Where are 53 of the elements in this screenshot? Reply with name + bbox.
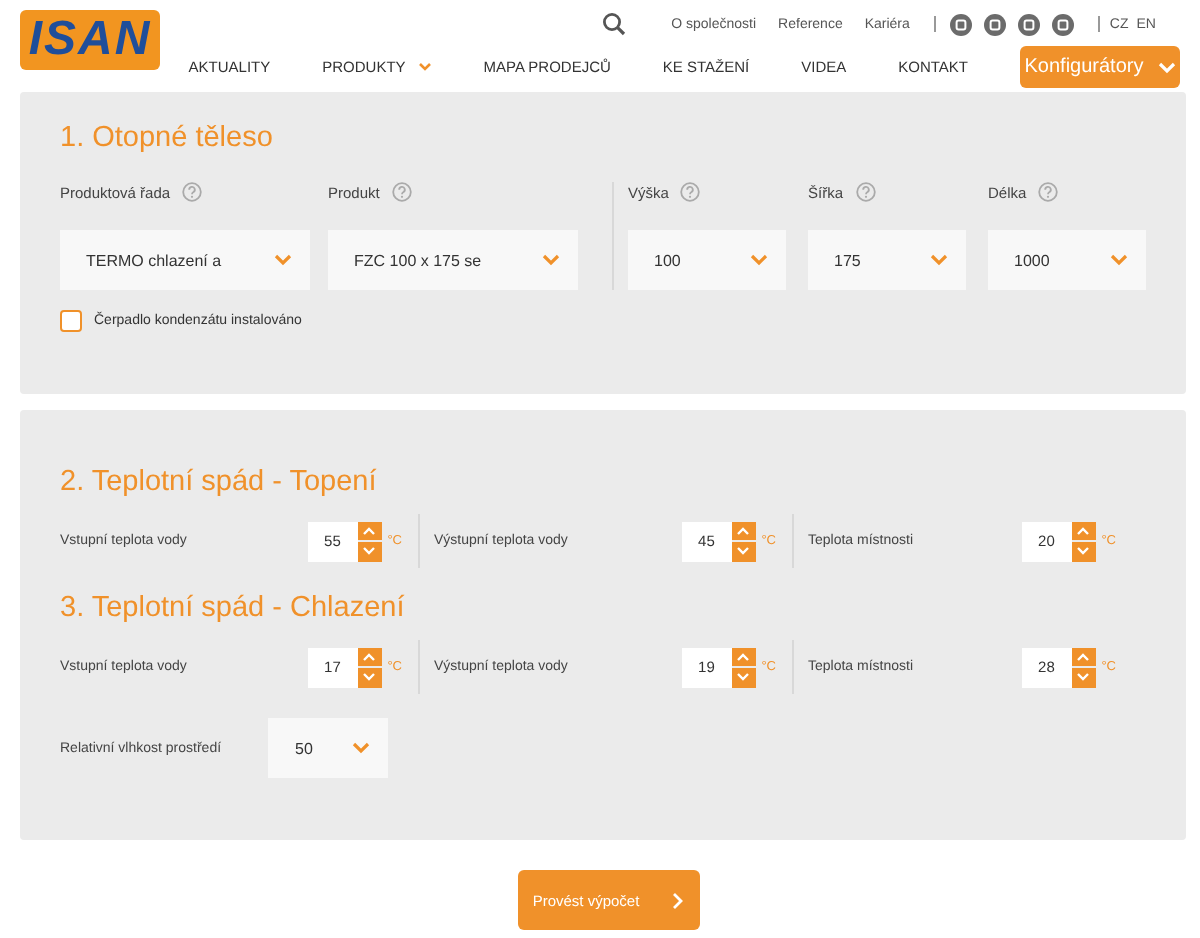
increment-button[interactable] — [1071, 521, 1096, 540]
chevron-up-icon — [736, 525, 751, 536]
decrement-button[interactable] — [1071, 542, 1096, 561]
social-icon[interactable] — [1017, 13, 1040, 35]
chevron-down-icon — [362, 546, 377, 557]
chevron-right-icon — [671, 891, 684, 909]
section-title: 1. Otopné těleso — [60, 122, 275, 154]
chevron-down-icon — [1076, 546, 1091, 557]
chevron-down-icon — [1076, 672, 1091, 683]
dropdown[interactable]: FZC 100 x 175 se — [328, 230, 579, 290]
decrement-button[interactable] — [357, 542, 382, 561]
dropdown[interactable]: 175 — [808, 230, 967, 290]
chevron-up-icon — [362, 651, 377, 662]
social-icon[interactable] — [1051, 13, 1074, 35]
social-icon[interactable] — [949, 13, 972, 35]
chevron-down-icon — [351, 742, 370, 754]
increment-button[interactable] — [731, 647, 756, 666]
increment-button[interactable] — [731, 521, 756, 540]
checkbox[interactable] — [60, 310, 82, 332]
chevron-down-icon — [542, 254, 561, 266]
increment-button[interactable] — [357, 647, 382, 666]
increment-button[interactable] — [357, 521, 382, 540]
chevron-down-icon — [750, 254, 769, 266]
chevron-up-icon — [736, 651, 751, 662]
dropdown[interactable]: 50 — [267, 718, 388, 778]
help-icon[interactable] — [855, 182, 876, 202]
decrement-button[interactable] — [357, 668, 382, 687]
decrement-button[interactable] — [1071, 668, 1096, 687]
caret-icon — [417, 62, 432, 72]
chevron-down-icon — [274, 254, 292, 266]
section-title: 3. Teplotní spád - Chlazení — [60, 592, 407, 624]
chevron-down-icon — [1110, 254, 1128, 266]
chevron-down-icon — [930, 254, 949, 266]
chevron-up-icon — [362, 525, 377, 536]
increment-button[interactable] — [1071, 647, 1096, 666]
chevron-down-icon — [736, 546, 751, 557]
dropdown[interactable]: 1000 — [988, 230, 1146, 290]
dropdown[interactable]: TERMO chlazení a — [60, 230, 310, 290]
decrement-button[interactable] — [731, 542, 756, 561]
chevron-up-icon — [1076, 525, 1091, 536]
search-icon[interactable] — [601, 12, 626, 36]
chevron-up-icon — [1076, 651, 1091, 662]
help-icon[interactable] — [391, 182, 412, 202]
help-icon[interactable] — [182, 182, 203, 202]
chevron-down-icon — [1157, 61, 1176, 73]
decrement-button[interactable] — [731, 668, 756, 687]
dropdown[interactable]: 100 — [628, 230, 787, 290]
chevron-down-icon — [362, 672, 377, 683]
social-icon[interactable] — [983, 13, 1006, 35]
help-icon[interactable] — [680, 182, 701, 202]
chevron-down-icon — [736, 672, 751, 683]
section-title: 2. Teplotní spád - Topení — [60, 466, 379, 498]
help-icon[interactable] — [1038, 182, 1059, 202]
